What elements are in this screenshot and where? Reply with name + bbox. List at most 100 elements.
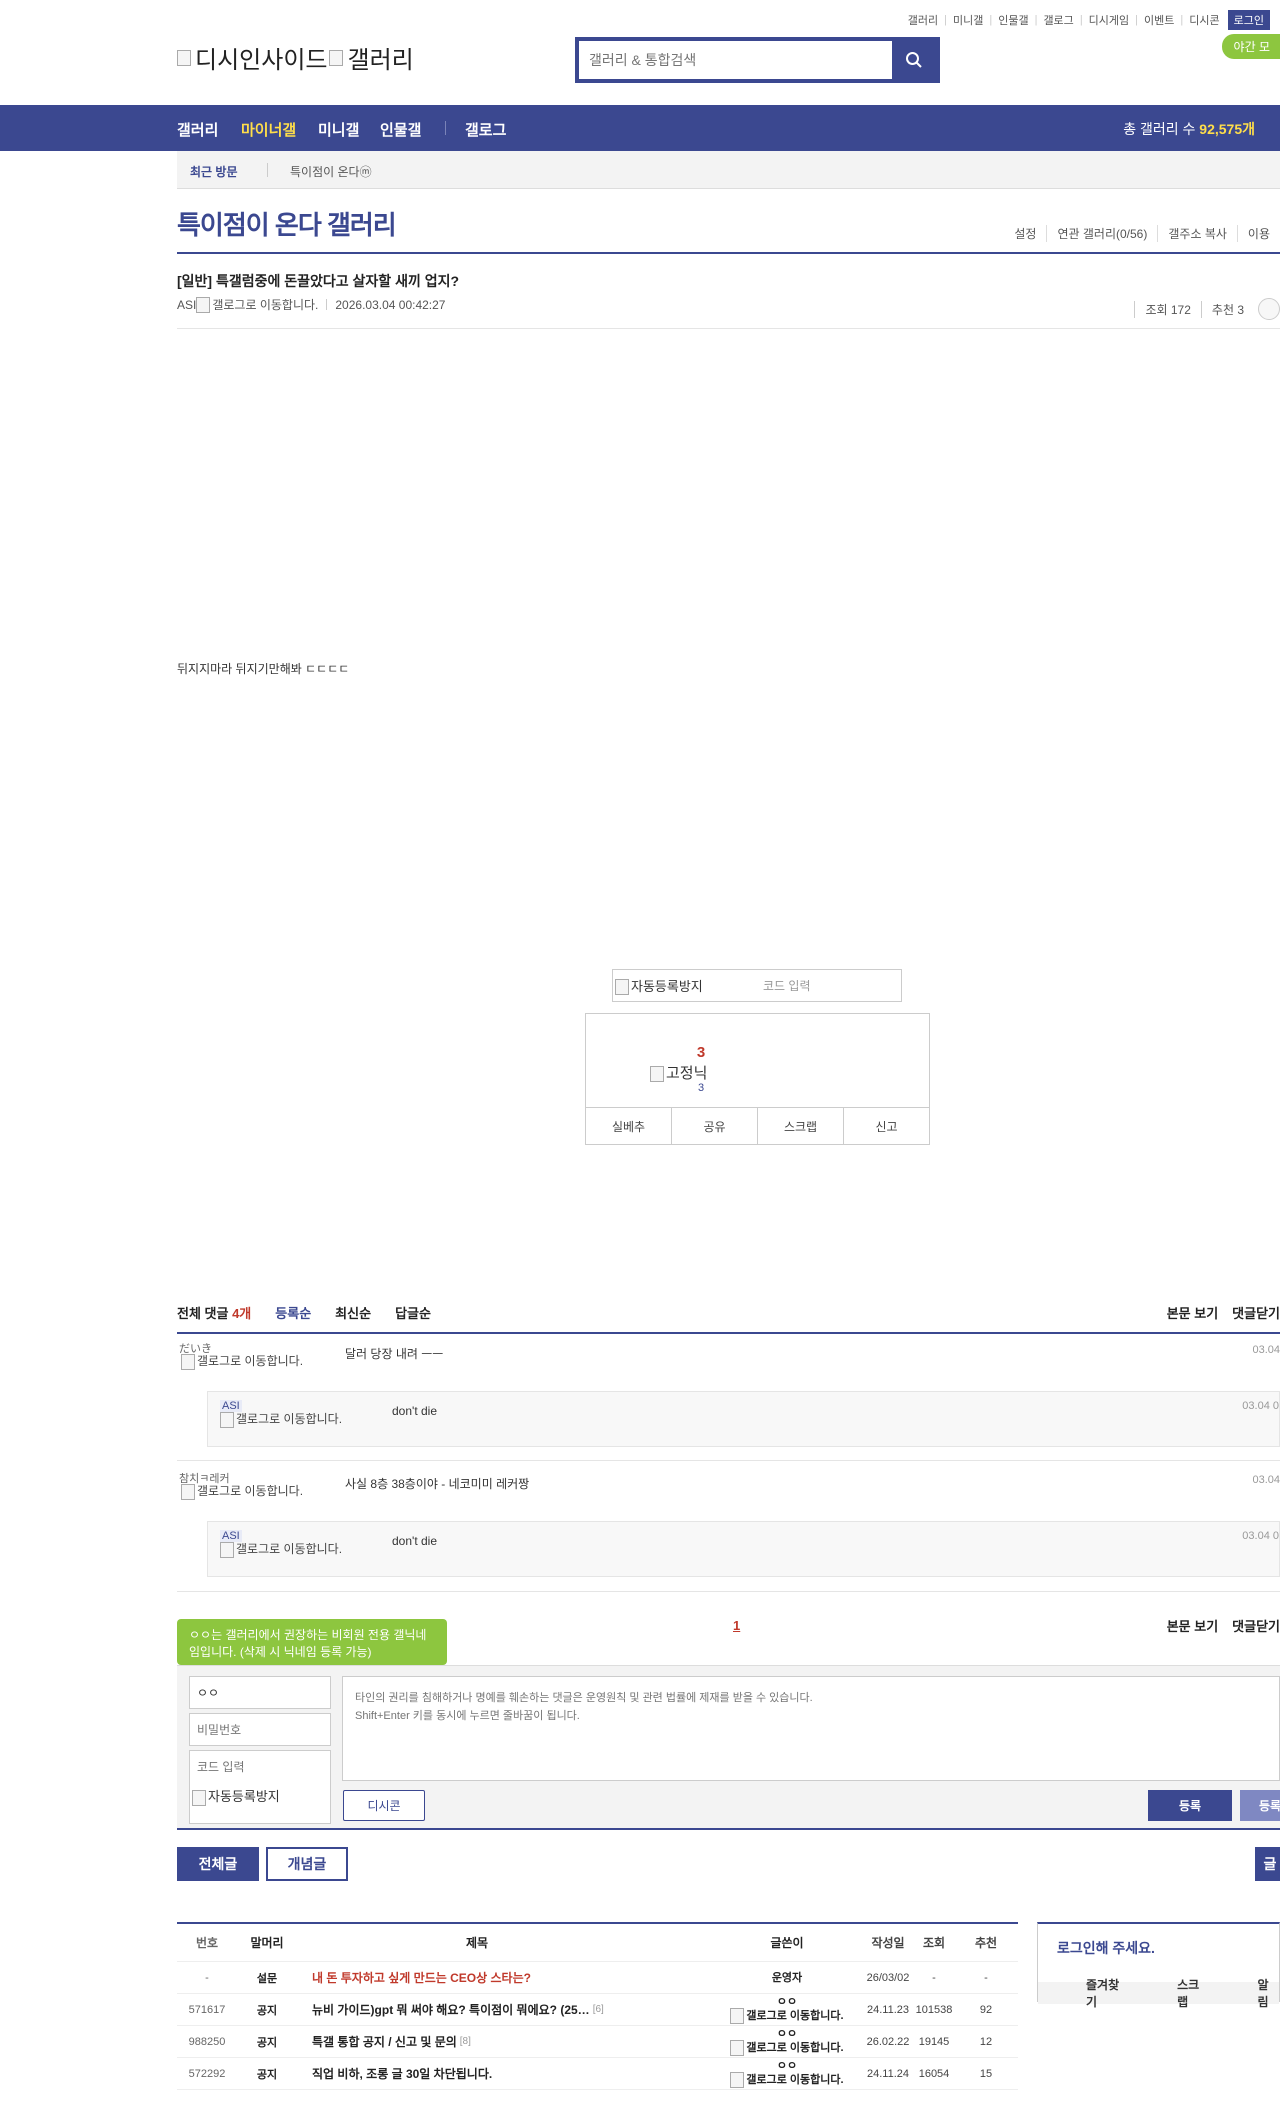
total-gallery-count-value: 92,575개 xyxy=(1199,121,1255,137)
row-subject: 공지 xyxy=(256,2004,278,2017)
row-recommend: 12 xyxy=(979,2035,993,2048)
reply-nick[interactable]: ASI xyxy=(220,1400,242,1412)
best-recommend-button[interactable]: 실베추 xyxy=(586,1108,671,1144)
comment-textarea[interactable] xyxy=(342,1676,1280,1781)
table-row[interactable]: 572292 공지 직업 비하, 조롱 글 30일 차단됩니다. ㅇㅇ 갤로그로 … xyxy=(177,2058,1018,2090)
row-title[interactable]: 뉴비 가이드)gpt 뭐 써야 해요? 특이점이 뭐에요? (25… [6] xyxy=(312,1994,732,2025)
table-row[interactable]: 988250 공지 특갤 통합 공지 / 신고 및 문의 [8] ㅇㅇ 갤로그로 이… xyxy=(177,2026,1018,2058)
view-body-link-bottom[interactable]: 본문 보기 xyxy=(1167,1616,1218,1635)
reply-item: ASI 갤로그로 이동합니다. don't die 03.04 0 xyxy=(207,1391,1280,1447)
usage-link[interactable]: 이용 xyxy=(1236,225,1280,242)
captcha-code-field[interactable] xyxy=(189,1750,331,1783)
fixed-nick-count: 3 xyxy=(697,1082,705,1094)
recent-visit-label: 최근 방문 xyxy=(190,165,238,179)
password-field[interactable] xyxy=(189,1713,331,1746)
row-title[interactable]: 내 돈 투자하고 싶게 만드는 CEO상 스타는? xyxy=(312,1962,732,1993)
gallog-icon[interactable] xyxy=(196,296,211,313)
captcha-code-input[interactable]: 코드 입력 xyxy=(763,977,811,994)
scrap-button[interactable]: 스크랩 xyxy=(757,1108,843,1144)
comment-page-1[interactable]: 1 xyxy=(733,1618,740,1633)
table-row[interactable]: - 설문 내 돈 투자하고 싶게 만드는 CEO상 스타는? 운영자 26/03… xyxy=(177,1962,1018,1994)
row-writer[interactable]: ㅇㅇ 갤로그로 이동합니다. xyxy=(722,1994,852,2025)
row-recommend: - xyxy=(984,1971,988,1984)
nav-gallery[interactable]: 갤러리 xyxy=(177,119,218,140)
search-icon xyxy=(906,52,922,68)
row-num: 571617 xyxy=(188,2003,226,2016)
share-button[interactable]: 공유 xyxy=(671,1108,757,1144)
captcha-image: 자동등록방지 xyxy=(189,1782,331,1824)
recommend-captcha: 자동등록방지 코드 입력 xyxy=(612,969,902,1002)
fixed-nick-image: 고정닉 xyxy=(650,1062,707,1083)
reply-gallog[interactable]: 갤로그로 이동합니다. xyxy=(220,1412,350,1428)
scrap-link[interactable]: 스크랩 xyxy=(1129,1976,1209,2010)
row-num: - xyxy=(205,1971,209,1984)
title-divider xyxy=(177,252,1280,254)
post-author[interactable]: ASI xyxy=(177,298,196,312)
row-writer[interactable]: 운영자 xyxy=(722,1962,852,1993)
close-comments-link[interactable]: 댓글닫기 xyxy=(1232,1303,1280,1322)
sort-latest[interactable]: 최신순 xyxy=(335,1303,371,1322)
nickname-field[interactable] xyxy=(189,1676,331,1709)
comment-total-count: 4개 xyxy=(232,1306,252,1321)
view-body-link[interactable]: 본문 보기 xyxy=(1167,1303,1218,1322)
comment-header: 전체 댓글 4개 등록순 최신순 답글순 본문 보기 댓글닫기 xyxy=(177,1303,1280,1322)
search-input[interactable] xyxy=(579,41,892,79)
post-option-button[interactable] xyxy=(1258,298,1280,320)
col-writer: 글쓴이 xyxy=(770,1935,804,1950)
top-link-person[interactable]: 인물갤 xyxy=(998,12,1028,28)
nav-mini-gallery[interactable]: 미니갤 xyxy=(318,119,359,140)
gallery-settings-link[interactable]: 설정 xyxy=(1004,225,1046,242)
dccon-button[interactable]: 디시콘 xyxy=(343,1790,425,1821)
sort-registered[interactable]: 등록순 xyxy=(275,1303,311,1322)
search-button[interactable] xyxy=(892,41,936,79)
tab-all-posts[interactable]: 전체글 xyxy=(177,1847,259,1881)
post-header-divider xyxy=(177,328,1280,329)
related-gallery-link[interactable]: 연관 갤러리(0/56) xyxy=(1046,225,1157,242)
report-button[interactable]: 신고 xyxy=(843,1108,929,1144)
recent-visit-item[interactable]: 특이점이 온다ⓜ xyxy=(290,163,372,180)
reply-gallog[interactable]: 갤로그로 이동합니다. xyxy=(220,1542,350,1558)
nav-divider xyxy=(445,121,446,135)
row-writer[interactable]: ㅇㅇ 갤로그로 이동합니다. xyxy=(722,2026,852,2057)
table-row[interactable]: 571617 공지 뉴비 가이드)gpt 뭐 써야 해요? 특이점이 뭐에요? … xyxy=(177,1994,1018,2026)
row-title[interactable]: 특갤 통합 공지 / 신고 및 문의 [8] xyxy=(312,2026,732,2057)
notifications-link[interactable]: 알림 xyxy=(1209,1976,1279,2010)
comment-total: 전체 댓글 4개 xyxy=(177,1306,252,1321)
tab-best-posts[interactable]: 개념글 xyxy=(266,1847,348,1881)
night-mode-button[interactable]: 야간 모 xyxy=(1221,34,1280,59)
broken-image-icon xyxy=(329,49,344,66)
comment-submit-recommend-button[interactable]: 등록 xyxy=(1240,1790,1280,1821)
favorites-link[interactable]: 즐겨찾기 xyxy=(1038,1976,1129,2010)
top-link-dccon[interactable]: 디시콘 xyxy=(1189,12,1219,28)
row-title[interactable]: 직업 비하, 조롱 글 30일 차단됩니다. xyxy=(312,2058,732,2089)
nickname-tooltip: ㅇㅇ는 갤러리에서 권장하는 비회원 전용 갤닉네임입니다. (삭제 시 닉네임… xyxy=(177,1619,447,1665)
comment-date: 03.04 xyxy=(1252,1344,1280,1356)
top-link-gallog[interactable]: 갤로그 xyxy=(1043,12,1073,28)
col-num: 번호 xyxy=(195,1936,219,1950)
comment-gallog[interactable]: 갤로그로 이동합니다. xyxy=(181,1484,311,1500)
col-subject: 말머리 xyxy=(250,1936,284,1950)
top-link-game[interactable]: 디시게임 xyxy=(1089,12,1129,28)
sort-reply[interactable]: 답글순 xyxy=(395,1303,431,1322)
copy-address-link[interactable]: 갤주소 복사 xyxy=(1157,225,1237,242)
row-writer[interactable]: ㅇㅇ 갤로그로 이동합니다. xyxy=(722,2058,852,2089)
login-prompt[interactable]: 로그인해 주세요. xyxy=(1057,1938,1155,1958)
write-button[interactable]: 글 xyxy=(1255,1847,1280,1881)
comment-submit-button[interactable]: 등록 xyxy=(1148,1790,1232,1821)
top-link-mini[interactable]: 미니갤 xyxy=(953,12,983,28)
top-link-gallery[interactable]: 갤러리 xyxy=(908,12,938,28)
nav-gallog[interactable]: 갤로그 xyxy=(465,119,506,140)
gallery-title[interactable]: 특이점이 온다 갤러리 xyxy=(177,205,397,242)
row-date: 24.11.23 xyxy=(866,2003,909,2016)
login-button[interactable]: 로그인 xyxy=(1227,10,1270,30)
nav-person-gallery[interactable]: 인물갤 xyxy=(380,119,421,140)
row-views: 16054 xyxy=(918,2067,950,2080)
site-logo[interactable]: 디시인사이드 갤러리 xyxy=(177,40,414,75)
row-date: 24.11.24 xyxy=(866,2067,909,2080)
comment-gallog[interactable]: 갤로그로 이동합니다. xyxy=(181,1354,311,1370)
recommend-count[interactable]: 3 xyxy=(681,1044,721,1061)
reply-nick[interactable]: ASI xyxy=(220,1530,242,1542)
close-comments-link-bottom[interactable]: 댓글닫기 xyxy=(1232,1616,1280,1635)
top-link-event[interactable]: 이벤트 xyxy=(1144,12,1174,28)
nav-minor-gallery[interactable]: 마이너갤 xyxy=(241,119,296,140)
